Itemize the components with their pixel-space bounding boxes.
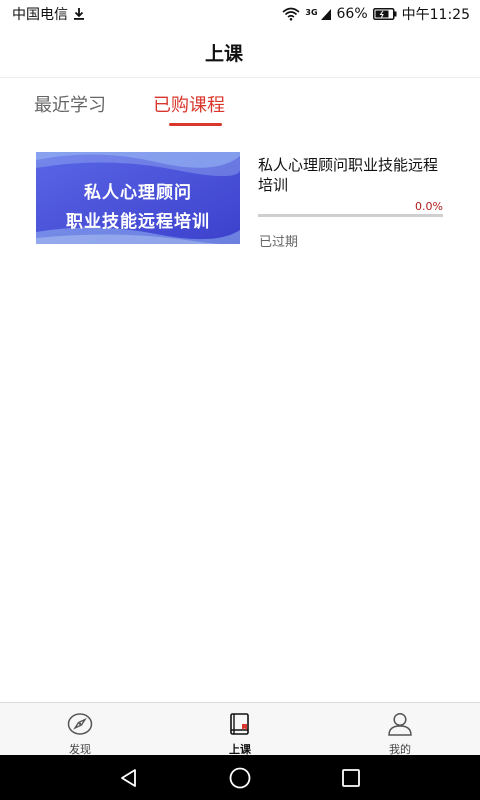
status-bar: 中国电信 3G 66% 中午11:25 bbox=[0, 0, 480, 28]
wifi-icon bbox=[282, 7, 300, 21]
cover-title-line-2: 职业技能远程培训 bbox=[66, 212, 210, 232]
clock: 中午11:25 bbox=[401, 7, 470, 23]
course-status: 已过期 bbox=[259, 235, 299, 250]
progress-percent: 0.0% bbox=[415, 200, 443, 213]
profile-icon bbox=[387, 712, 413, 740]
battery-percent: 66% bbox=[336, 6, 368, 22]
signal-icon bbox=[320, 8, 332, 21]
course-title: 私人心理顾问职业技能远程培训 bbox=[258, 156, 439, 194]
compass-icon bbox=[67, 712, 93, 740]
active-tab-indicator bbox=[169, 123, 222, 126]
book-icon bbox=[228, 712, 252, 740]
page-title: 上课 bbox=[204, 43, 243, 65]
nav-mine[interactable]: 我的 bbox=[320, 703, 480, 756]
bottom-navigation: 发现 上课 我的 bbox=[0, 702, 480, 756]
back-icon[interactable] bbox=[116, 765, 142, 791]
course-card[interactable]: 私人心理顾问 职业技能远程培训 私人心理顾问职业技能远程培训 0.0% 已过期 bbox=[36, 152, 444, 252]
course-cover-image: 私人心理顾问 职业技能远程培训 bbox=[36, 152, 240, 244]
cover-title-line-1: 私人心理顾问 bbox=[84, 183, 192, 203]
battery-icon bbox=[372, 8, 397, 20]
status-right: 3G 66% 中午11:25 bbox=[282, 4, 470, 24]
progress-bar bbox=[258, 214, 443, 217]
network-type: 3G bbox=[305, 8, 318, 17]
nav-class[interactable]: 上课 bbox=[160, 703, 320, 756]
tab-recent-learning[interactable]: 最近学习 bbox=[34, 91, 106, 117]
home-icon[interactable] bbox=[227, 765, 253, 791]
carrier-name: 中国电信 bbox=[12, 7, 68, 23]
status-left: 中国电信 bbox=[12, 4, 86, 24]
download-icon bbox=[72, 7, 86, 21]
course-tabs: 最近学习 已购课程 bbox=[0, 79, 480, 129]
tab-purchased-courses[interactable]: 已购课程 bbox=[153, 91, 225, 117]
nav-discover[interactable]: 发现 bbox=[0, 703, 160, 756]
title-bar: 上课 bbox=[0, 28, 480, 78]
recents-icon[interactable] bbox=[338, 765, 364, 791]
system-navigation-bar bbox=[0, 755, 480, 800]
